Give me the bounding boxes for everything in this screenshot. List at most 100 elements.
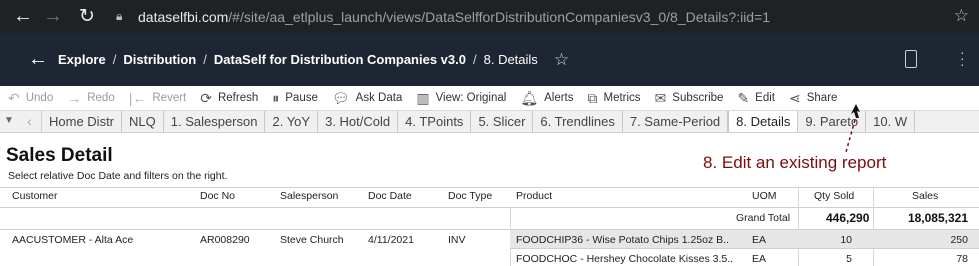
col-customer[interactable]: Customer xyxy=(12,190,58,202)
col-sales[interactable]: Sales xyxy=(912,190,938,202)
tab-slicer[interactable]: 5. Slicer xyxy=(471,111,534,132)
tab-details[interactable]: 8. Details xyxy=(728,111,799,132)
row-uom[interactable]: EA xyxy=(752,253,766,265)
more-icon[interactable]: · · · xyxy=(960,45,965,71)
favorite-star-icon[interactable]: ☆ xyxy=(554,50,569,70)
row-doc-type[interactable]: INV xyxy=(448,234,466,246)
bookmark-star-icon[interactable]: ☆ xyxy=(954,6,969,26)
subscribe-button[interactable]: ✉ Subscribe xyxy=(655,90,724,107)
grand-total-sales: 18,085,321 xyxy=(907,211,968,225)
col-doc-date[interactable]: Doc Date xyxy=(368,190,412,202)
undo-button[interactable]: ↶ Undo xyxy=(8,90,53,107)
tab-home-distr[interactable]: Home Distr xyxy=(42,111,123,132)
pause-button[interactable]: ⏸︎ Pause xyxy=(272,90,318,107)
row-doc-no[interactable]: AR008290 xyxy=(200,234,250,246)
back-icon[interactable]: ← xyxy=(28,48,58,71)
tab-yoy[interactable]: 2. YoY xyxy=(265,111,319,132)
tab-nlq[interactable]: NLQ xyxy=(122,111,164,132)
url-host: dataselfbi.com xyxy=(138,8,229,25)
address-bar[interactable]: dataselfbi.com/#/site/aa_etlplus_launch/… xyxy=(138,9,770,25)
tab-tpoints[interactable]: 4. TPoints xyxy=(398,111,472,132)
col-qty-sold[interactable]: Qty Sold xyxy=(814,190,854,202)
row-salesperson[interactable]: Steve Church xyxy=(280,234,344,246)
row-qty[interactable]: 5 xyxy=(800,253,852,265)
redo-button[interactable]: → Redo xyxy=(67,90,115,106)
view-original-button[interactable]: ▥ View: Original xyxy=(416,90,506,107)
redo-icon: → xyxy=(67,90,82,106)
breadcrumb-distribution[interactable]: Distribution xyxy=(123,52,196,67)
tab-salesperson[interactable]: 1. Salesperson xyxy=(164,111,266,132)
divider xyxy=(510,248,979,249)
divider xyxy=(0,187,979,188)
subscribe-label: Subscribe xyxy=(672,92,724,104)
ask-data-label: Ask Data xyxy=(355,92,403,104)
undo-label: Undo xyxy=(25,92,54,104)
breadcrumb-workbook[interactable]: DataSelf for Distribution Companies v3.0 xyxy=(214,52,466,67)
col-uom[interactable]: UOM xyxy=(752,190,777,202)
grand-total-label: Grand Total xyxy=(736,212,791,224)
refresh-button[interactable]: ⟳ Refresh xyxy=(200,90,258,107)
breadcrumb-view: 8. Details xyxy=(483,52,538,67)
tab-w[interactable]: 10. W xyxy=(866,111,916,132)
annotation-text: 8. Edit an existing report xyxy=(703,153,887,172)
breadcrumb-separator: / xyxy=(112,52,117,67)
toolbar: ↶ Undo → Redo |← Revert ⟳ Refresh ⏸︎ Pause 💬︎… xyxy=(0,86,979,111)
lock-icon[interactable]: 🔒︎ xyxy=(116,9,130,24)
tab-hot-cold[interactable]: 3. Hot/Cold xyxy=(318,111,399,132)
pencil-icon: ✎ xyxy=(737,89,750,106)
col-salesperson[interactable]: Salesperson xyxy=(280,190,338,202)
tab-same-period[interactable]: 7. Same-Period xyxy=(623,111,729,132)
alerts-label: Alerts xyxy=(544,92,574,104)
col-doc-type[interactable]: Doc Type xyxy=(448,190,492,202)
row-customer[interactable]: AACUSTOMER - Alta Ace xyxy=(12,234,133,246)
sheet-tabs: ▼ ‹ Home Distr NLQ 1. Salesperson 2. YoY… xyxy=(0,111,979,133)
refresh-icon: ⟳ xyxy=(200,89,212,106)
revert-icon: |← xyxy=(128,90,147,106)
col-doc-no[interactable]: Doc No xyxy=(200,190,235,202)
page-title: Sales Detail xyxy=(6,145,113,166)
metrics-icon: ⧉ xyxy=(587,89,598,106)
divider xyxy=(0,207,979,208)
tab-scroll-left-icon[interactable]: ‹ xyxy=(18,111,42,132)
row-product[interactable]: FOODCHOC - Hershey Chocolate Kisses 3.5.… xyxy=(516,253,733,265)
breadcrumb-separator: / xyxy=(472,52,477,67)
row-product[interactable]: FOODCHIP36 - Wise Potato Chips 1.25oz B.… xyxy=(516,234,729,246)
page-subtitle: Select relative Doc Date and filters on … xyxy=(8,170,228,182)
bell-icon: 🔔︎ xyxy=(520,89,539,106)
pause-icon: ⏸︎ xyxy=(272,89,280,106)
metrics-button[interactable]: ⧉ Metrics xyxy=(588,90,641,107)
breadcrumb-explore[interactable]: Explore xyxy=(58,52,106,67)
share-button[interactable]: ⋖ Share xyxy=(789,90,837,107)
revert-button[interactable]: |← Revert xyxy=(129,90,187,106)
edit-button[interactable]: ✎ Edit xyxy=(737,90,775,107)
redo-label: Redo xyxy=(87,92,115,104)
forward-arrow-icon[interactable]: → xyxy=(38,0,68,33)
annotation-cursor-icon xyxy=(845,104,860,153)
row-sales[interactable]: 250 xyxy=(880,234,968,246)
view-label: View: Original xyxy=(435,92,507,104)
reload-icon[interactable]: ↻ xyxy=(72,0,102,33)
row-sales[interactable]: 78 xyxy=(880,253,968,265)
back-arrow-icon[interactable]: ← xyxy=(8,0,38,33)
alerts-button[interactable]: 🔔︎ Alerts xyxy=(520,90,573,107)
tableau-header: ← Explore / Distribution / DataSelf for … xyxy=(0,33,979,86)
row-doc-date[interactable]: 4/11/2021 xyxy=(368,234,414,246)
tab-menu-icon[interactable]: ▼ xyxy=(0,111,18,132)
ask-data-button[interactable]: 💬︎ Ask Data xyxy=(332,90,402,107)
refresh-label: Refresh xyxy=(217,92,259,104)
breadcrumb-separator: / xyxy=(203,52,207,67)
device-icon[interactable] xyxy=(905,50,917,68)
row-uom[interactable]: EA xyxy=(752,234,766,246)
divider xyxy=(798,188,799,266)
share-label: Share xyxy=(806,92,838,104)
tab-trendlines[interactable]: 6. Trendlines xyxy=(533,111,623,132)
share-icon: ⋖ xyxy=(789,89,801,106)
bar-chart-icon: ▥ xyxy=(416,89,430,106)
grand-total-qty: 446,290 xyxy=(826,211,870,225)
col-product[interactable]: Product xyxy=(516,190,552,202)
edit-label: Edit xyxy=(755,92,775,104)
speech-bubble-icon: 💬︎ xyxy=(331,89,350,106)
mail-plus-icon: ✉ xyxy=(654,89,667,106)
row-qty[interactable]: 10 xyxy=(800,234,852,246)
undo-icon: ↶ xyxy=(8,89,20,106)
